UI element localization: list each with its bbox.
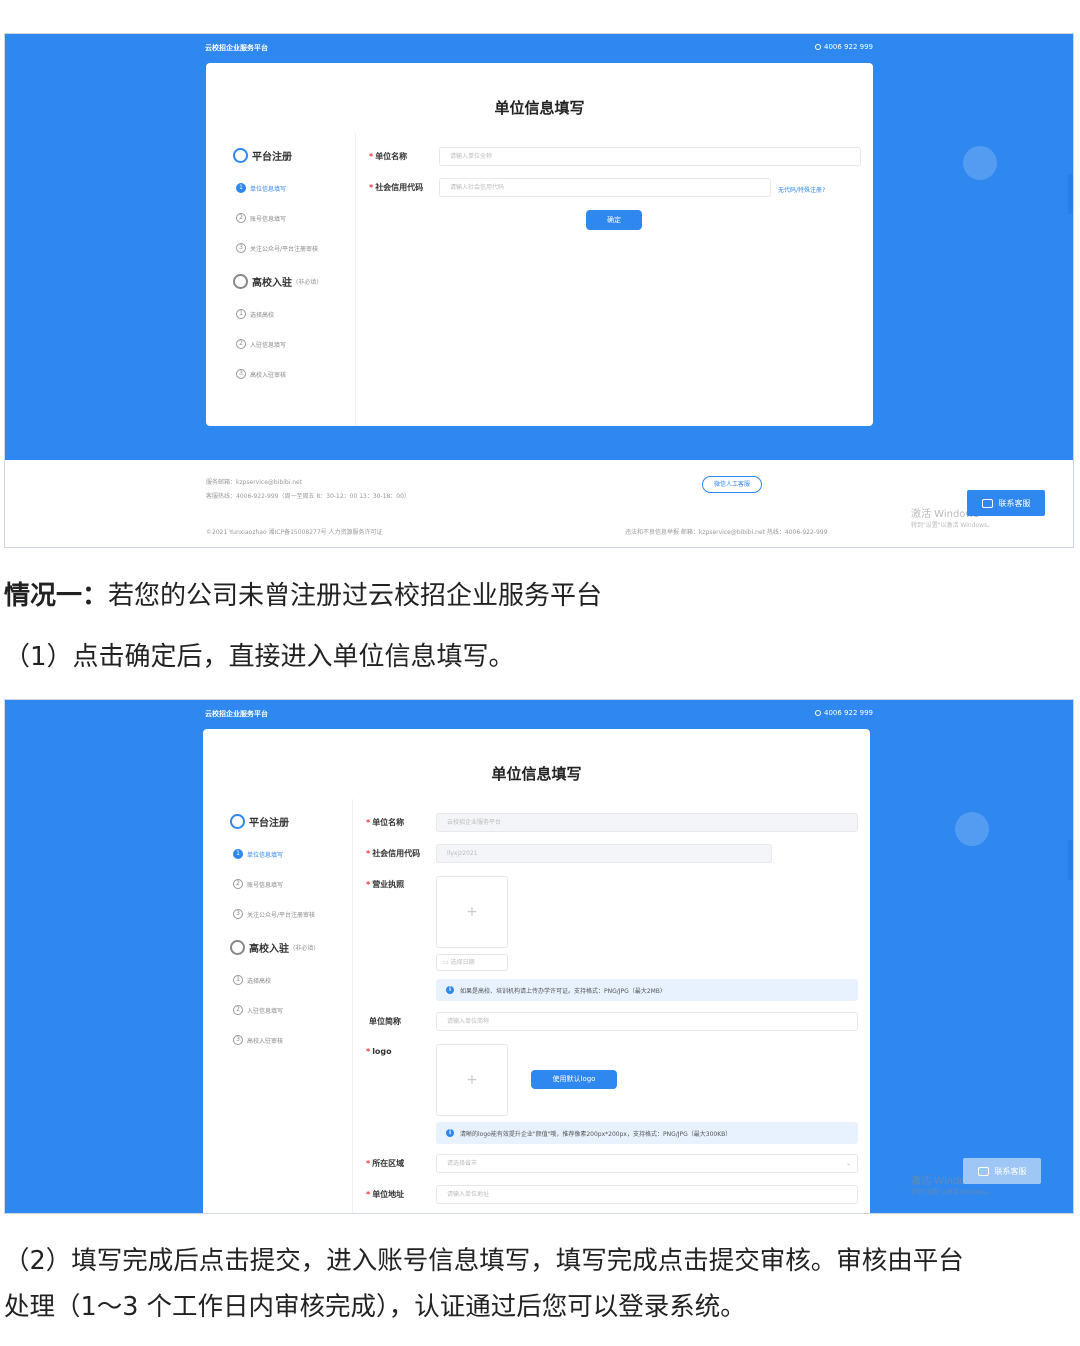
wechat-service-button[interactable]: 微信人工客服	[702, 476, 762, 493]
address-input[interactable]: 请输入单位地址	[436, 1185, 858, 1204]
steps-sidebar: 平台注册 1 单位信息填写 2 账号信息填写 3 关注公众号/平台注册审核 高校入驻 …	[203, 799, 353, 1213]
company-name-input[interactable]: 云校招企业服务平台	[436, 813, 858, 832]
region-select[interactable]: 请选择省市 ⌄	[436, 1154, 858, 1173]
scrollbar[interactable]	[1068, 840, 1073, 880]
step-account-info[interactable]: 2 账号信息填写	[233, 879, 283, 889]
contact-service-button[interactable]: 联系客服	[963, 1158, 1041, 1184]
license-info-tip: i 如果是高校、培训机构请上传办学许可证。支持格式：PNG/JPG（最大2MB）	[436, 979, 858, 1001]
step-group-campus[interactable]: 高校入驻 (非必填)	[230, 940, 316, 955]
company-name-label: * 单位名称	[369, 152, 408, 161]
short-name-label: 单位简称	[369, 1017, 401, 1026]
step-group-register[interactable]: 平台注册	[233, 148, 292, 163]
date-picker[interactable]: ▭ 选择日期	[436, 954, 508, 971]
step-1-text: （1）点击确定后，直接进入单位信息填写。	[4, 642, 515, 672]
step-select-school[interactable]: 1 选择高校	[233, 975, 271, 985]
step-group-campus[interactable]: 高校入驻 (非必填)	[233, 274, 319, 289]
contact-service-button[interactable]: 联系客服	[967, 490, 1045, 516]
credit-code-input[interactable]: 请输入社会信用代码	[439, 178, 771, 197]
case-one-heading: 情况一：若您的公司未曾注册过云校招企业服务平台	[4, 581, 603, 611]
service-hotline: 客服热线：4006-922-999（周一至周五 8：30-12：00 13：30…	[206, 493, 410, 500]
info-icon: i	[446, 1129, 454, 1137]
circle-icon	[230, 814, 245, 829]
brand-logo[interactable]: 云校招企业服务平台	[205, 43, 268, 53]
step-company-info[interactable]: 1 单位信息填写	[236, 183, 286, 193]
site-footer: 服务邮箱：kzpservice@bibibi.net 客服热线：4006-922…	[5, 460, 1073, 547]
phone-number: 4006 922 999	[815, 43, 873, 51]
brand-logo[interactable]: 云校招企业服务平台	[205, 709, 268, 719]
region-label: * 所在区域	[366, 1159, 405, 1168]
business-license-label: * 营业执照	[366, 880, 405, 889]
form-card: 单位信息填写 平台注册 1 单位信息填写 2 账号信息填写 3 关注公众号/平台注册审…	[206, 63, 873, 426]
step-settle-info[interactable]: 2 入驻信息填写	[233, 1005, 283, 1015]
decor-bubble	[955, 812, 989, 846]
chat-icon	[977, 1166, 989, 1176]
default-logo-button[interactable]: 使用默认logo	[531, 1070, 617, 1089]
chat-icon	[981, 498, 993, 508]
logo-upload[interactable]: +	[436, 1044, 508, 1116]
credit-code-label: * 社会信用代码	[369, 183, 424, 192]
step-select-school[interactable]: 1 选择高校	[236, 309, 274, 319]
license-upload[interactable]: +	[436, 876, 508, 948]
step-group-register[interactable]: 平台注册	[230, 814, 289, 829]
short-name-input[interactable]: 请输入单位简称	[436, 1012, 858, 1031]
logo-label: * logo	[366, 1047, 392, 1056]
step-company-info[interactable]: 1 单位信息填写	[233, 849, 283, 859]
service-email: 服务邮箱：kzpservice@bibibi.net	[206, 479, 303, 486]
headset-icon	[815, 710, 821, 716]
circle-icon	[230, 940, 245, 955]
company-name-input[interactable]: 请输入单位全称	[439, 147, 861, 166]
address-label: * 单位地址	[366, 1190, 405, 1199]
company-name-label: * 单位名称	[366, 818, 405, 827]
circle-icon	[233, 274, 248, 289]
step-school-review[interactable]: 3 高校入驻审核	[233, 1035, 283, 1045]
step-settle-info[interactable]: 2 入驻信息填写	[236, 339, 286, 349]
headset-icon	[815, 44, 821, 50]
report-info: 违法和不良信息举报 邮箱：kzpservice@bibibi.net 热线：40…	[625, 529, 828, 536]
copyright: ©2021 Yunxiaozhao 湘ICP备15008277号 人力资源服务许…	[206, 529, 383, 536]
screenshot-company-info-form: 云校招企业服务平台 4006 922 999 单位信息填写 平台注册 1 单位信息…	[4, 699, 1074, 1214]
top-bar: 云校招企业服务平台 4006 922 999	[205, 36, 873, 56]
info-icon: i	[446, 986, 454, 994]
step-2-text-line1: （2）填写完成后点击提交，进入账号信息填写，填写完成点击提交审核。审核由平台	[4, 1246, 964, 1276]
form-card: 单位信息填写 平台注册 1 单位信息填写 2 账号信息填写 3 关注公众号/平台注册审…	[203, 729, 870, 1213]
top-bar: 云校招企业服务平台 4006 922 999	[205, 702, 873, 722]
decor-bubble	[963, 146, 997, 180]
credit-code-input[interactable]: llyxjz2021	[436, 844, 772, 863]
scrollbar[interactable]	[1068, 174, 1073, 214]
windows-watermark-sub: 转到"设置"以激活 Windows。	[911, 522, 994, 529]
step-2-text-line2: 处理（1～3 个工作日内审核完成），认证通过后您可以登录系统。	[4, 1292, 746, 1322]
logo-info-tip: i 清晰的logo能有效提升企业"颜值"哦，推荐像素200px*200px，支持…	[436, 1122, 858, 1144]
phone-number: 4006 922 999	[815, 709, 873, 717]
step-follow-review[interactable]: 3 关注公众号/平台注册审核	[233, 909, 315, 919]
chevron-down-icon: ⌄	[845, 1160, 851, 1167]
steps-sidebar: 平台注册 1 单位信息填写 2 账号信息填写 3 关注公众号/平台注册审核 高校入驻 …	[206, 133, 356, 426]
step-account-info[interactable]: 2 账号信息填写	[236, 213, 286, 223]
circle-icon	[233, 148, 248, 163]
calendar-icon: ▭	[443, 959, 451, 966]
step-school-review[interactable]: 3 高校入驻审核	[236, 369, 286, 379]
page-title: 单位信息填写	[494, 99, 585, 117]
page-title: 单位信息填写	[491, 765, 582, 783]
windows-watermark-sub: 转到"设置"以激活 Windows。	[911, 1189, 994, 1196]
no-code-link[interactable]: 无代码/特殊注册?	[778, 185, 825, 194]
screenshot-registration-step1: 云校招企业服务平台 4006 922 999 单位信息填写 平台注册 1 单位信息…	[4, 33, 1074, 548]
step-follow-review[interactable]: 3 关注公众号/平台注册审核	[236, 243, 318, 253]
confirm-button[interactable]: 确定	[586, 210, 642, 230]
credit-code-label: * 社会信用代码	[366, 849, 421, 858]
